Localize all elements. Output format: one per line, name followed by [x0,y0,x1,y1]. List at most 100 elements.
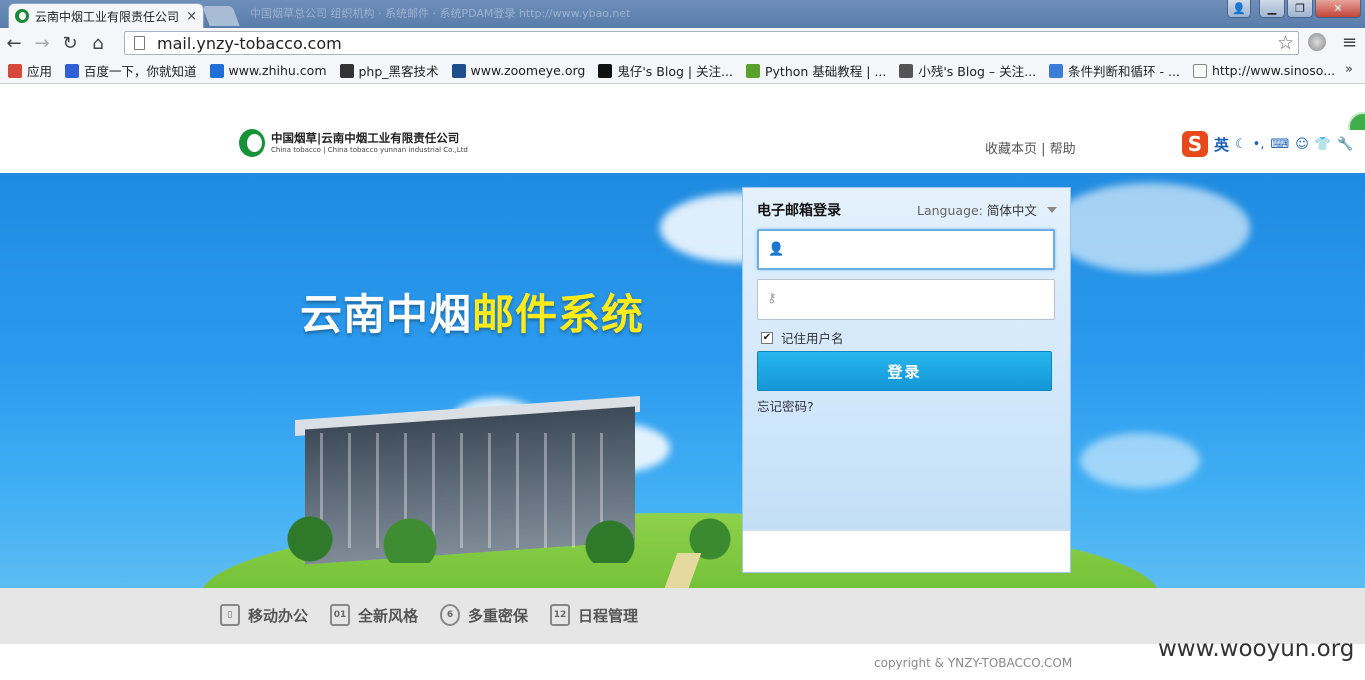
bookmark-label: 小残's Blog – 关注... [918,64,1037,79]
bookmark-favicon-icon [598,63,613,78]
banner-slogan: 云南中烟邮件系统 [300,281,644,342]
bookmarks-bar: 应用 百度一下，你就知道 www.zhihu.com php_黑客技术 www.zoom… [0,58,1365,84]
ime-user-icon[interactable]: ☺ [1295,137,1309,152]
password-input[interactable] [788,284,1048,314]
login-panel-footer [743,530,1070,572]
chevron-down-icon[interactable] [1046,207,1057,213]
remember-label: 记住用户名 [781,331,844,346]
security-icon: 6 [440,604,461,626]
forward-arrow-icon[interactable]: → [28,29,56,57]
language-label: Language: [917,203,983,218]
bookmark-item[interactable]: www.zhihu.com [209,63,327,78]
mobile-icon: ▯ [220,604,240,626]
bookmark-star-icon[interactable]: ☆ [1277,32,1294,54]
bookmark-favicon-icon [8,63,22,78]
bookmark-favicon-icon [1192,63,1207,78]
site-favicon-icon [15,9,29,23]
window-controls: 👤 ▁ ❐ ✕ [1227,0,1361,18]
bookmark-favicon-icon [899,63,914,78]
calendar-icon: 12 [550,604,571,626]
bookmark-label: 条件判断和循环 - ... [1068,64,1180,79]
feature-label: 多重密保 [468,606,529,625]
bookmark-item[interactable]: www.zoomeye.org [451,63,586,78]
remember-username[interactable]: ✔ 记住用户名 [761,328,844,347]
address-bar[interactable]: mail.ynzy-tobacco.com ☆ [124,31,1299,55]
bookmark-label: Python 基础教程 | ... [764,64,887,79]
maximize-button[interactable]: ❐ [1287,0,1313,18]
new-tab-button[interactable] [202,6,240,26]
login-button[interactable]: 登录 [757,351,1052,391]
bookmark-favicon-icon [209,63,224,78]
user-profile-icon[interactable]: 👤 [1227,0,1251,18]
bookmark-favicon-icon [1049,63,1064,78]
bookmark-label: php_黑客技术 [358,64,439,79]
bookmark-item[interactable]: Python 基础教程 | ... [745,61,887,80]
logo-mark-icon [239,129,265,157]
bookmark-label: 应用 [27,64,53,79]
page-icon [134,36,145,50]
feature-mobile-office: ▯ 移动办公 [220,604,308,626]
ime-keyboard-icon[interactable]: ⌨ [1270,137,1289,152]
slogan-yellow-text: 邮件系统 [472,290,645,339]
reload-icon[interactable]: ↻ [56,29,84,57]
bookmark-favicon-icon [65,63,80,78]
minimize-button[interactable]: ▁ [1259,0,1285,18]
bookmark-item[interactable]: http://www.sinoso... [1192,63,1336,78]
watermark-text: www.wooyun.org [1158,636,1355,662]
ime-punctuation-icon[interactable]: •, [1253,137,1265,152]
ime-language-toggle[interactable]: 英 [1214,134,1229,155]
url-text[interactable]: mail.ynzy-tobacco.com [157,34,342,53]
ime-toolbar: S 英 ☾ •, ⌨ ☺ 👕 🔧 [1180,130,1365,158]
mail-login-page: 中国烟草|云南中烟工业有限责任公司 China tobacco | China … [0,85,1365,680]
bookmark-item[interactable]: 应用 [8,61,52,80]
key-icon: ⚷ [767,291,777,306]
bookmark-item[interactable]: 条件判断和循环 - ... [1049,61,1180,80]
copyright-text: copyright & YNZY-TOBACCO.COM [874,656,1073,670]
forgot-password-link[interactable]: 忘记密码? [757,396,814,415]
tab-close-icon[interactable]: × [186,9,197,24]
company-logo: 中国烟草|云南中烟工业有限责任公司 China tobacco | China … [239,129,468,157]
bookmark-item[interactable]: php_黑客技术 [339,61,439,80]
bookmark-label: www.zoomeye.org [470,63,586,78]
hero-banner: 云南中烟邮件系统 [0,173,1365,588]
extension-globe-icon[interactable] [1308,33,1326,51]
feature-calendar: 12 日程管理 [550,604,638,626]
sogou-ime-icon[interactable]: S [1182,131,1208,157]
user-icon: 👤 [768,242,785,257]
login-title: 电子邮箱登录 [757,203,841,219]
slogan-white-text: 云南中烟 [300,290,473,339]
language-selector[interactable]: Language: 简体中文 [917,200,1057,219]
bookmark-item[interactable]: 鬼仔's Blog | 关注... [598,61,733,80]
bookmarks-overflow-icon[interactable]: » [1345,62,1353,77]
bookmark-favicon-icon [339,63,354,78]
back-arrow-icon[interactable]: ← [0,29,28,57]
ime-moon-icon[interactable]: ☾ [1235,137,1247,152]
logo-english-text: China tobacco | China tobacco yunnan ind… [271,146,468,154]
language-value[interactable]: 简体中文 [987,203,1037,218]
bookmark-label: 百度一下，你就知道 [84,64,197,79]
browser-tab[interactable]: 云南中烟工业有限责任公司 × [8,3,204,28]
tab-title: 云南中烟工业有限责任公司 [35,9,180,24]
bookmark-item[interactable]: 小残's Blog – 关注... [899,61,1036,80]
browser-menu-icon[interactable]: ≡ [1342,32,1357,53]
bookmark-item[interactable]: 百度一下，你就知道 [65,61,197,80]
browser-tab-bar: 云南中烟工业有限责任公司 × 中国烟草总公司 组织机构 · 系统邮件 · 系统P… [0,0,1365,28]
ime-skin-icon[interactable]: 👕 [1315,137,1331,152]
style-icon: 01 [330,604,351,626]
cloud-shape [1080,433,1200,488]
cloud-shape [1050,183,1250,273]
password-field[interactable]: ⚷ [757,279,1055,320]
logo-chinese-text: 中国烟草|云南中烟工业有限责任公司 [271,131,460,145]
username-input[interactable] [789,235,1049,265]
bookmark-label: 鬼仔's Blog | 关注... [617,64,733,79]
feature-security: 6 多重密保 [440,604,528,626]
bookmark-label: http://www.sinoso... [1211,63,1336,78]
remember-checkbox[interactable]: ✔ [761,331,773,344]
home-icon[interactable]: ⌂ [84,29,112,57]
header-links[interactable]: 收藏本页 | 帮助 [985,138,1076,157]
close-window-button[interactable]: ✕ [1315,0,1361,18]
ime-settings-icon[interactable]: 🔧 [1337,137,1353,152]
username-field[interactable]: 👤 [757,229,1055,270]
bookmark-label: www.zhihu.com [228,63,327,78]
tab-strip-ghost-text: 中国烟草总公司 组织机构 · 系统邮件 · 系统PDAM登录 http://ww… [250,7,631,20]
